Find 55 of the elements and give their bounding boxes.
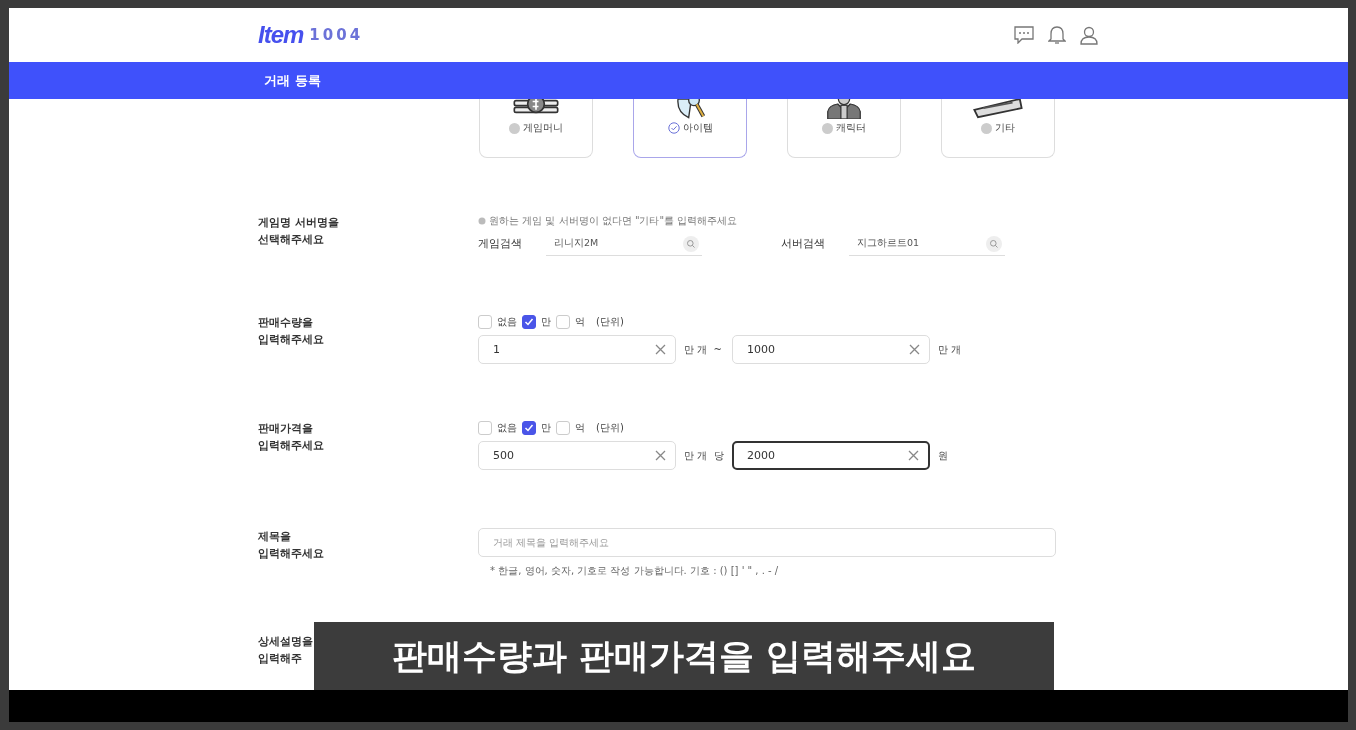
input-field[interactable]: 1000 bbox=[732, 335, 930, 364]
hint-text: * 한글, 영어, 숫자, 기호로 작성 가능합니다. 기호 : () [] ' " , . - / bbox=[490, 564, 780, 578]
unit-label: 만 개 당 bbox=[683, 448, 725, 463]
clear-icon[interactable] bbox=[908, 450, 919, 461]
radio-dot bbox=[822, 122, 833, 134]
category-label: 캐릭터 bbox=[836, 121, 866, 135]
unit-label: 만 개 bbox=[937, 342, 963, 357]
logo[interactable]: Item bbox=[258, 21, 304, 49]
bell-icon[interactable] bbox=[1048, 25, 1066, 45]
input-field[interactable]: 500 bbox=[478, 441, 676, 470]
search-icon[interactable] bbox=[986, 235, 1002, 252]
category-label: 기타 bbox=[995, 121, 1015, 135]
clear-icon[interactable] bbox=[909, 344, 920, 355]
category-card[interactable]: 기타 bbox=[941, 99, 1055, 158]
checkbox[interactable] bbox=[522, 421, 536, 435]
field-label: 게임명 서버명을 선택해주세요 bbox=[258, 215, 339, 247]
user-icon[interactable] bbox=[1080, 25, 1098, 45]
page-title: 거래 등록 bbox=[264, 71, 321, 90]
field-label: 상세설명을 입력해주 bbox=[258, 634, 313, 666]
search-label: 게임검색 bbox=[478, 237, 523, 251]
input-field[interactable]: 2000 bbox=[732, 441, 930, 470]
category-label: 게임머니 bbox=[523, 121, 563, 135]
checkbox-label: 없음 bbox=[497, 421, 517, 435]
category-label: 아이템 bbox=[682, 121, 713, 135]
search-icon[interactable] bbox=[683, 235, 699, 252]
checkbox[interactable] bbox=[522, 315, 536, 329]
chat-icon[interactable] bbox=[1014, 26, 1034, 44]
logo-number: 1004 bbox=[309, 26, 364, 44]
field-label: 제목을 입력해주세요 bbox=[258, 529, 324, 561]
checkbox-label: 억 bbox=[575, 421, 585, 435]
search-field[interactable]: 리니지2M bbox=[546, 232, 702, 256]
clear-icon[interactable] bbox=[655, 450, 666, 461]
field-label: 판매수량을 입력해주세요 bbox=[258, 315, 324, 347]
subtitle-caption: 판매수량과 판매가격을 입력해주세요 bbox=[314, 622, 1054, 690]
search-label: 서버검색 bbox=[781, 237, 826, 251]
checkbox-label: 만 bbox=[541, 315, 551, 329]
field-label: 판매가격을 입력해주세요 bbox=[258, 421, 324, 453]
info-icon bbox=[478, 217, 486, 225]
check-circle-icon bbox=[667, 122, 680, 134]
unit-note: (단위) bbox=[596, 315, 624, 329]
checkbox-label: 억 bbox=[575, 315, 585, 329]
category-card[interactable]: 아이템 bbox=[633, 99, 747, 158]
unit-label: 원 bbox=[937, 448, 949, 463]
input-field[interactable]: 1 bbox=[478, 335, 676, 364]
category-card[interactable]: 게임머니 bbox=[479, 99, 593, 158]
category-card[interactable]: 캐릭터 bbox=[787, 99, 901, 158]
radio-dot bbox=[981, 122, 992, 134]
hint-text: 원하는 게임 및 서버명이 없다면 "기타"를 입력해주세요 bbox=[489, 214, 738, 228]
checkbox-label: 만 bbox=[541, 421, 551, 435]
search-field[interactable]: 지그하르트01 bbox=[849, 232, 1005, 256]
checkbox-label: 없음 bbox=[497, 315, 517, 329]
unit-note: (단위) bbox=[596, 421, 624, 435]
radio-dot bbox=[509, 122, 520, 134]
unit-label: 만 개 ~ bbox=[683, 342, 723, 357]
clear-icon[interactable] bbox=[655, 344, 666, 355]
